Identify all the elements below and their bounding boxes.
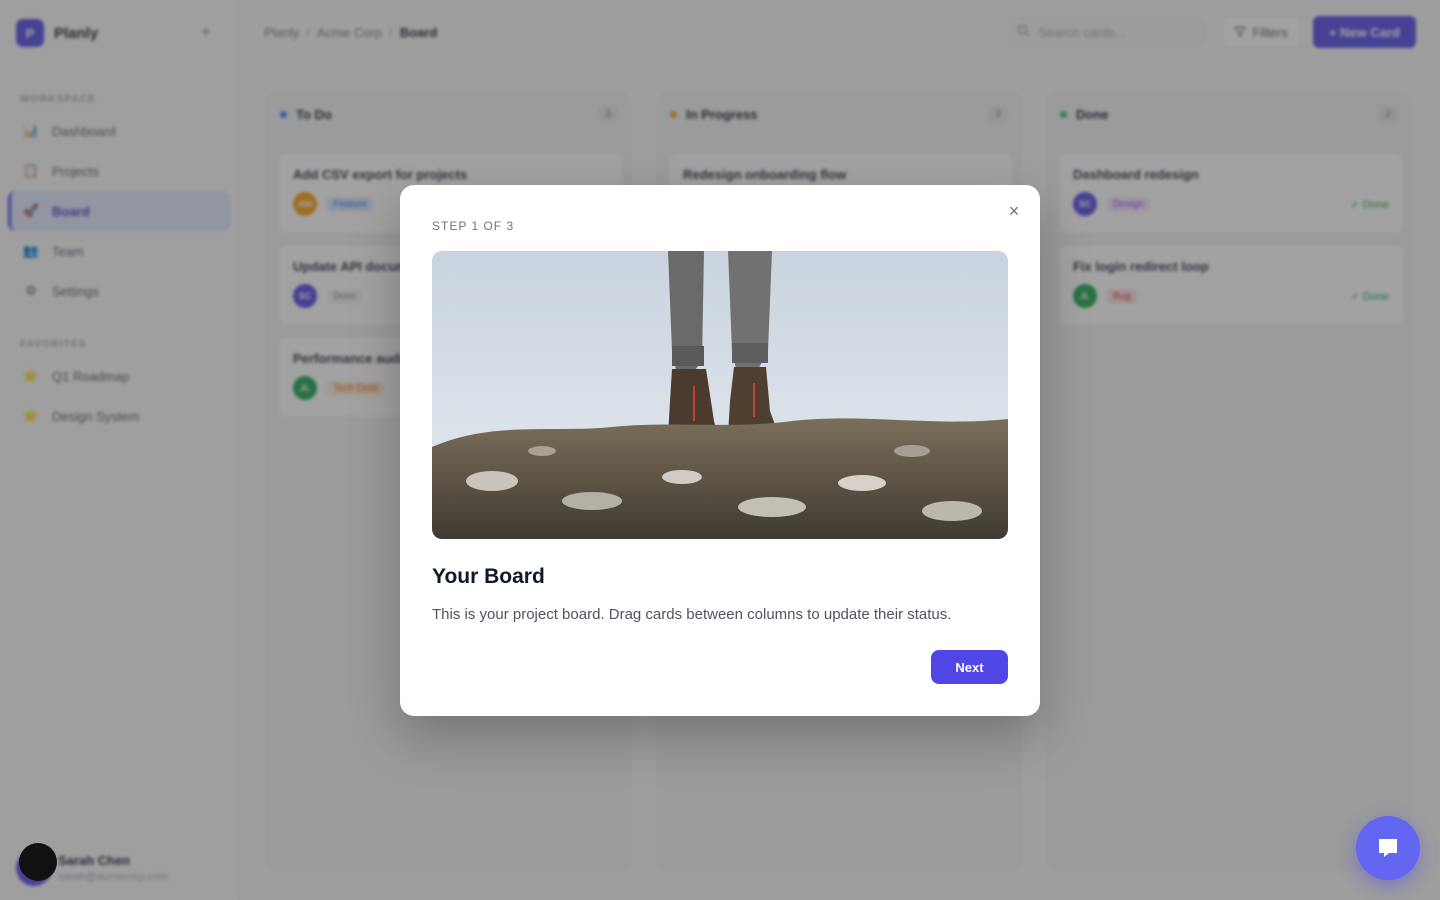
onboarding-image	[432, 251, 1008, 539]
chat-icon	[1376, 836, 1400, 860]
next-button[interactable]: Next	[931, 650, 1008, 684]
user-avatar-shadow	[19, 843, 57, 881]
close-icon[interactable]: ×	[1002, 199, 1026, 223]
step-indicator: STEP 1 OF 3	[432, 219, 515, 233]
onboarding-modal: × STEP 1 OF 3 Your Board This is your pr…	[400, 185, 1040, 716]
chat-button[interactable]	[1356, 816, 1420, 880]
modal-title: Your Board	[432, 565, 545, 588]
hiker-boots-photo	[432, 251, 1008, 539]
modal-description: This is your project board. Drag cards b…	[432, 606, 952, 623]
